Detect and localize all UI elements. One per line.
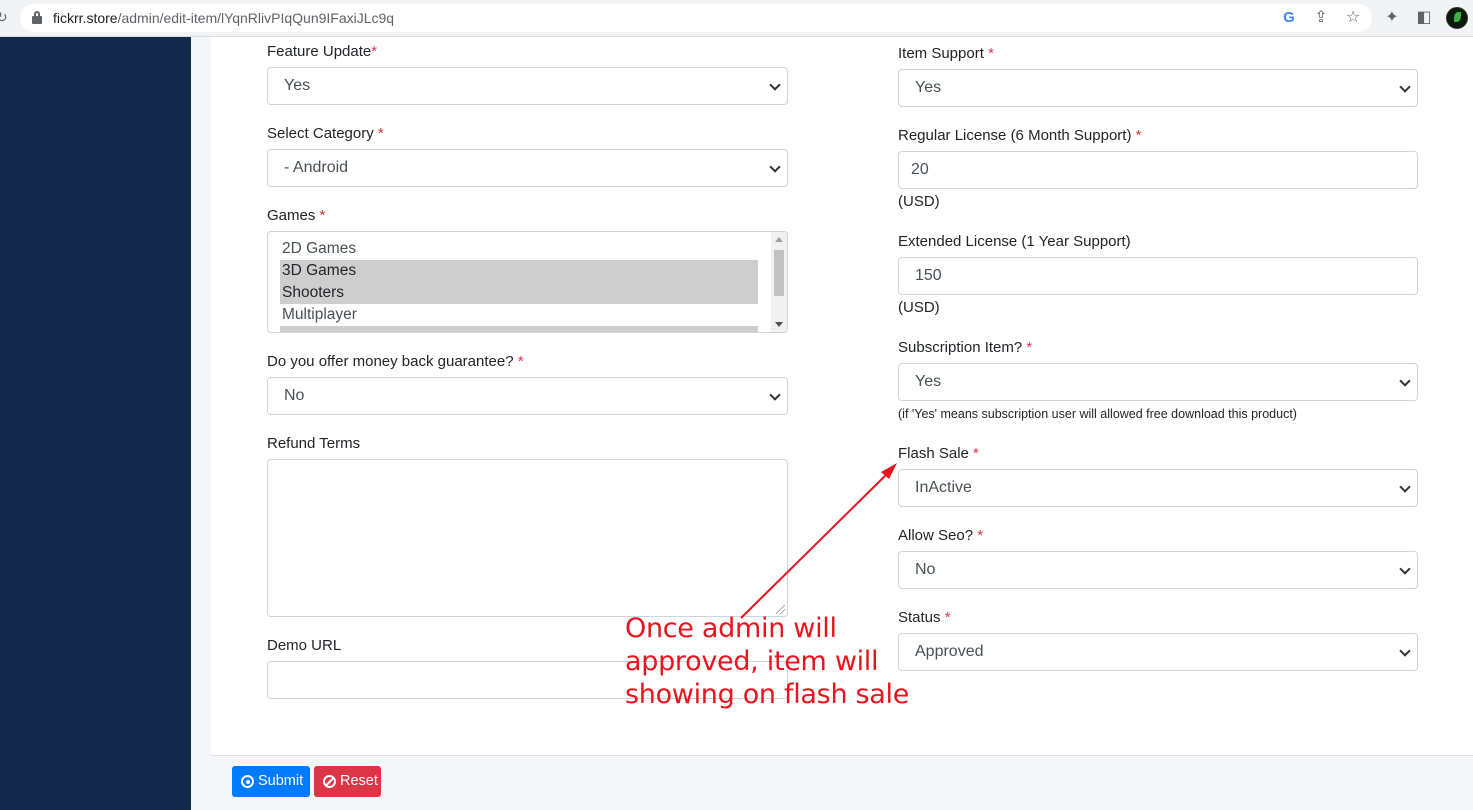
browser-toolbar: ↻ fickrr.store/admin/edit-item/lYqnRlivP… xyxy=(0,0,1473,37)
reset-label: Reset xyxy=(340,773,378,789)
select-category-label: Select Category * xyxy=(267,125,384,142)
chevron-down-icon xyxy=(1400,83,1409,92)
regular-license-input[interactable]: 20 xyxy=(898,151,1418,189)
chevron-down-icon xyxy=(1400,377,1409,386)
category-select[interactable]: - Android xyxy=(267,149,788,187)
subscription-item-select[interactable]: Yes xyxy=(898,363,1418,401)
content-gutter xyxy=(191,37,211,810)
submit-label: Submit xyxy=(258,773,304,789)
chevron-down-icon xyxy=(770,391,779,400)
games-option-partial[interactable] xyxy=(280,326,758,332)
games-option[interactable]: Shooters xyxy=(280,282,758,304)
feature-update-label: Feature Update* xyxy=(267,43,378,60)
annotation-text: Once admin will approved, item will show… xyxy=(625,613,910,710)
scroll-thumb[interactable] xyxy=(774,250,784,296)
money-back-label: Do you offer money back guarantee? * xyxy=(267,353,524,370)
form-footer xyxy=(211,755,1473,810)
reload-icon[interactable]: ↻ xyxy=(0,9,8,27)
feature-update-select[interactable]: Yes xyxy=(267,67,788,105)
games-option[interactable]: 2D Games xyxy=(280,238,758,260)
extended-license-label: Extended License (1 Year Support) xyxy=(898,233,1131,250)
submit-button[interactable]: Submit xyxy=(232,766,310,797)
extensions-icon[interactable]: ✦ xyxy=(1382,8,1402,28)
url-text[interactable]: fickrr.store/admin/edit-item/lYqnRlivPIq… xyxy=(53,10,394,26)
scroll-up-icon[interactable] xyxy=(775,237,783,242)
refund-terms-label: Refund Terms xyxy=(267,435,361,452)
chevron-down-icon xyxy=(1400,565,1409,574)
flash-sale-label: Flash Sale * xyxy=(898,445,979,462)
item-support-label: Item Support * xyxy=(898,45,994,62)
chevron-down-icon xyxy=(770,81,779,90)
regular-license-unit: (USD) xyxy=(898,193,940,210)
subscription-help-text: (if 'Yes' means subscription user will a… xyxy=(898,407,1297,421)
games-label: Games * xyxy=(267,207,326,224)
reset-button[interactable]: Reset xyxy=(314,766,381,797)
extended-license-input[interactable]: 150 xyxy=(898,257,1418,295)
address-bar[interactable]: fickrr.store/admin/edit-item/lYqnRlivPIq… xyxy=(20,4,1372,32)
dot-circle-icon xyxy=(241,775,254,788)
demo-url-label: Demo URL xyxy=(267,637,342,654)
extended-license-unit: (USD) xyxy=(898,299,940,316)
chevron-down-icon xyxy=(770,163,779,172)
scroll-down-icon[interactable] xyxy=(775,322,783,327)
side-panel-icon[interactable]: ◧ xyxy=(1414,8,1434,28)
admin-sidebar xyxy=(0,37,191,810)
allow-seo-select[interactable]: No xyxy=(898,551,1418,589)
games-option[interactable]: Multiplayer xyxy=(280,304,758,326)
allow-seo-label: Allow Seo? * xyxy=(898,527,984,544)
subscription-item-label: Subscription Item? * xyxy=(898,339,1033,356)
google-icon[interactable]: G xyxy=(1279,8,1299,28)
regular-license-label: Regular License (6 Month Support) * xyxy=(898,127,1142,144)
chevron-down-icon xyxy=(1400,483,1409,492)
bookmark-star-icon[interactable]: ☆ xyxy=(1343,8,1363,28)
lock-icon[interactable] xyxy=(32,11,42,24)
games-multiselect[interactable]: 2D Games 3D Games Shooters Multiplayer xyxy=(267,231,788,333)
ban-icon xyxy=(323,775,336,788)
games-scrollbar[interactable] xyxy=(771,232,787,332)
chevron-down-icon xyxy=(1400,647,1409,656)
money-back-select[interactable]: No xyxy=(267,377,788,415)
status-select[interactable]: Approved xyxy=(898,633,1418,671)
games-option[interactable]: 3D Games xyxy=(280,260,758,282)
share-icon[interactable]: ⇪ xyxy=(1311,8,1331,28)
item-support-select[interactable]: Yes xyxy=(898,69,1418,107)
flash-sale-select[interactable]: InActive xyxy=(898,469,1418,507)
refund-terms-textarea[interactable] xyxy=(267,459,788,617)
profile-avatar[interactable] xyxy=(1446,7,1468,29)
